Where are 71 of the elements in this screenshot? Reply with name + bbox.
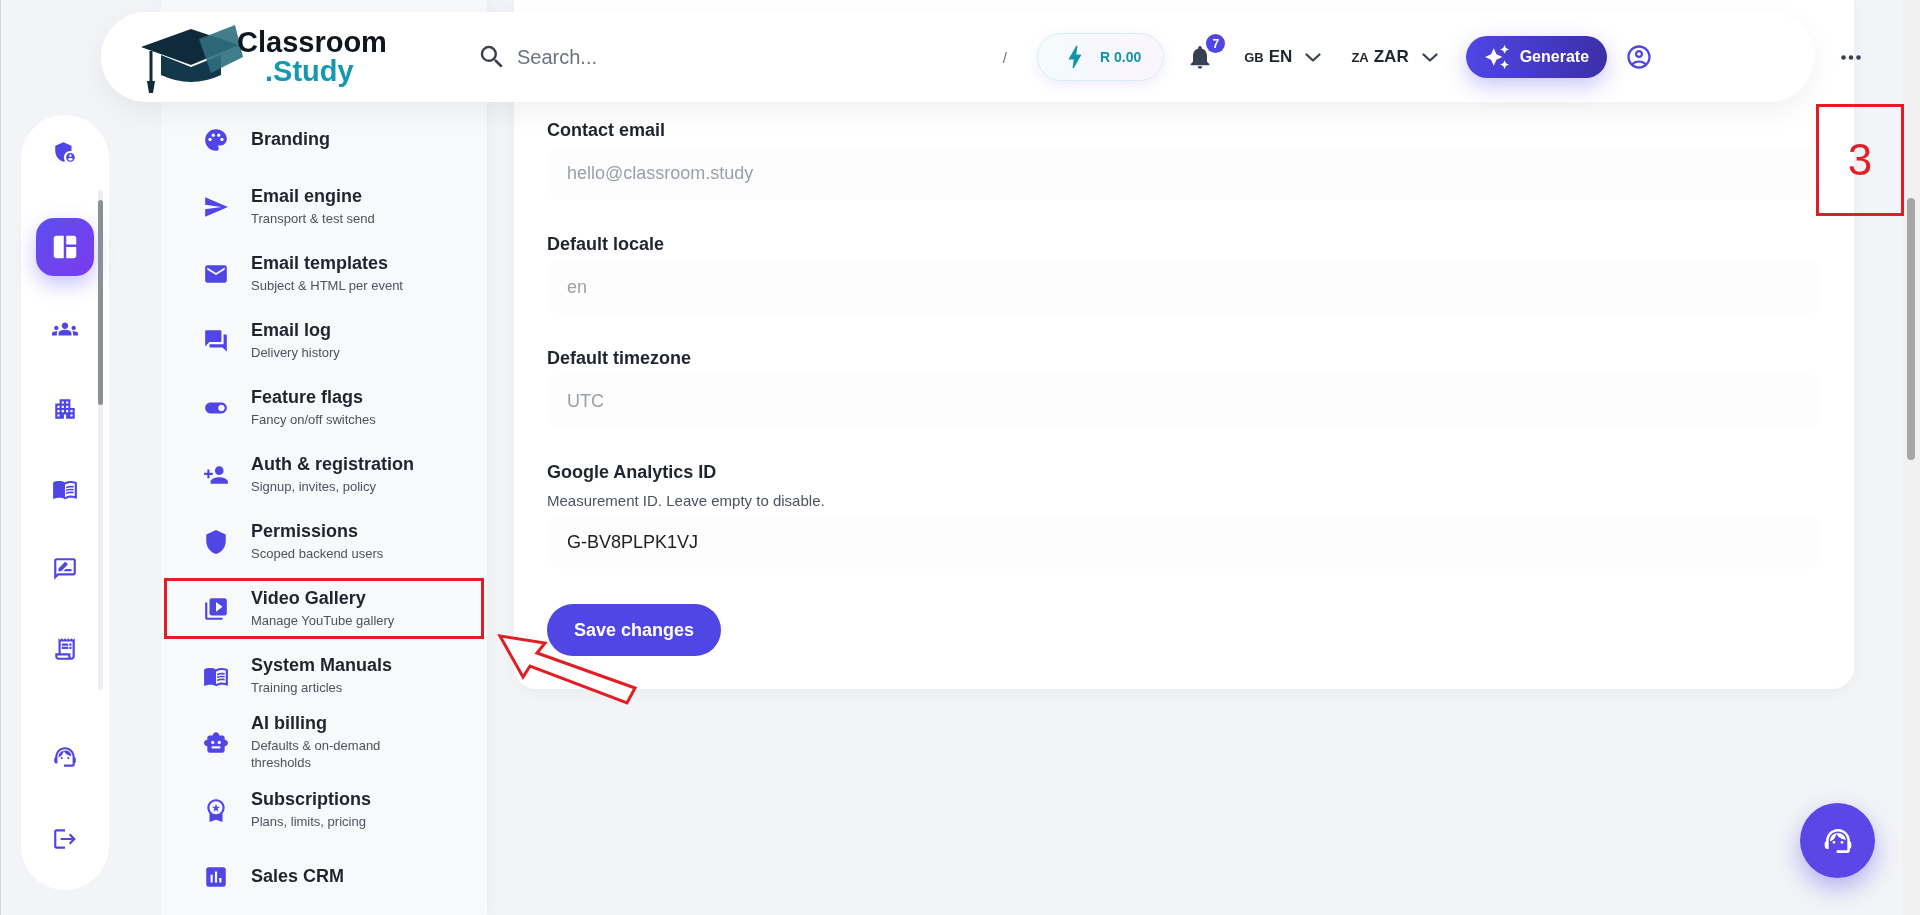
settings-menu-item[interactable]: Sales CRM [161, 843, 487, 910]
menu-item-subtitle: Signup, invites, policy [251, 478, 377, 496]
menu-item-subtitle: Manage YouTube gallery [251, 612, 395, 630]
menu-item-subtitle: Delivery history [251, 344, 340, 362]
field-label: Google Analytics ID [547, 461, 718, 484]
settings-menu-item[interactable]: Email templates Subject & HTML per event [161, 240, 487, 307]
field-label: Default locale [547, 233, 666, 256]
receipt-icon [52, 636, 78, 662]
settings-menu-item[interactable]: Subscriptions Plans, limits, pricing [161, 776, 487, 843]
menu-item-title: Email engine [251, 185, 364, 207]
menu-item-title: Feature flags [251, 386, 365, 408]
nav-rail-button[interactable] [36, 218, 94, 276]
generate-button[interactable]: Generate [1465, 36, 1608, 78]
menu-item-subtitle: Transport & test send [251, 210, 375, 228]
user-icon [1625, 43, 1654, 71]
shortcut-hint: / [1002, 48, 1007, 66]
settings-menu-item[interactable]: System Manuals Training articles [161, 642, 487, 709]
settings-menu-item[interactable]: Email engine Transport & test send [161, 173, 487, 240]
settings-menu-item[interactable]: Auth & registration Signup, invites, policy [161, 441, 487, 508]
scrollbar[interactable] [98, 190, 103, 690]
chat-icon [203, 327, 229, 354]
building-icon [52, 396, 78, 422]
settings-menu-item[interactable]: Feature flags Fancy on/off switches [161, 374, 487, 441]
chevron-down-icon [1421, 52, 1438, 62]
menu-item-subtitle: Fancy on/off switches [251, 411, 376, 429]
field-label: Contact email [547, 119, 667, 142]
settings-menu-item[interactable]: AI billing Defaults & on-demand thresholds [161, 709, 487, 776]
support-button[interactable] [1800, 803, 1875, 878]
shield-icon [203, 528, 229, 555]
headset-icon [52, 744, 78, 770]
menu-item-title: Sales CRM [251, 866, 345, 887]
logo-wordmark: Classroom [237, 28, 387, 57]
menu-item-title: Video Gallery [251, 587, 367, 609]
settings-menu-item[interactable]: Email log Delivery history [161, 307, 487, 374]
search-field[interactable]: Search... [515, 44, 995, 70]
menu-item-title: Auth & registration [251, 453, 414, 475]
field-help-text: Measurement ID. Leave empty to disable. [547, 491, 826, 511]
palette-icon [203, 126, 229, 153]
menu-item-title: Permissions [251, 520, 360, 542]
more-button[interactable] [1841, 54, 1862, 60]
logo-suffix: .Study [265, 57, 355, 86]
menu-item-subtitle: Plans, limits, pricing [251, 813, 367, 831]
menu-item-title: System Manuals [251, 654, 393, 676]
menu-item-title: Subscriptions [251, 788, 371, 810]
shield-user-icon [52, 139, 78, 165]
chevron-down-icon [1305, 52, 1322, 62]
settings-menu-item[interactable]: Video Gallery Manage YouTube gallery [161, 575, 487, 642]
save-button[interactable]: Save changes [547, 604, 722, 656]
menu-item-title: AI billing [251, 713, 328, 735]
more-icon [1841, 54, 1862, 60]
sparkles-icon [1483, 44, 1510, 70]
logout-icon [52, 826, 78, 852]
menu-item-subtitle: Training articles [251, 679, 344, 697]
menu-item-subtitle: Scoped backend users [251, 545, 384, 563]
robot-icon [203, 729, 229, 756]
settings-menu-item[interactable]: Branding [161, 106, 487, 173]
review-icon [52, 556, 78, 582]
menu-item-subtitle: Subject & HTML per event [251, 277, 403, 295]
account-button[interactable] [1625, 43, 1654, 71]
menu-item-title: Email templates [251, 252, 390, 274]
language-selector[interactable]: GB EN [1244, 47, 1322, 67]
menu-item-subtitle: Defaults & on-demand thresholds [251, 738, 382, 772]
settings-menu-item[interactable]: Permissions Scoped backend users [161, 508, 487, 575]
currency-selector[interactable]: ZA ZAR [1351, 47, 1438, 67]
video-library-icon [203, 595, 229, 622]
menu-item-title: Branding [251, 129, 330, 150]
field-label: Default timezone [547, 347, 693, 370]
scrollbar[interactable] [1902, 0, 1920, 915]
notification-count: 7 [1206, 34, 1226, 53]
menu-item-title: Email log [251, 319, 332, 341]
step-label: 3 [1816, 104, 1904, 216]
